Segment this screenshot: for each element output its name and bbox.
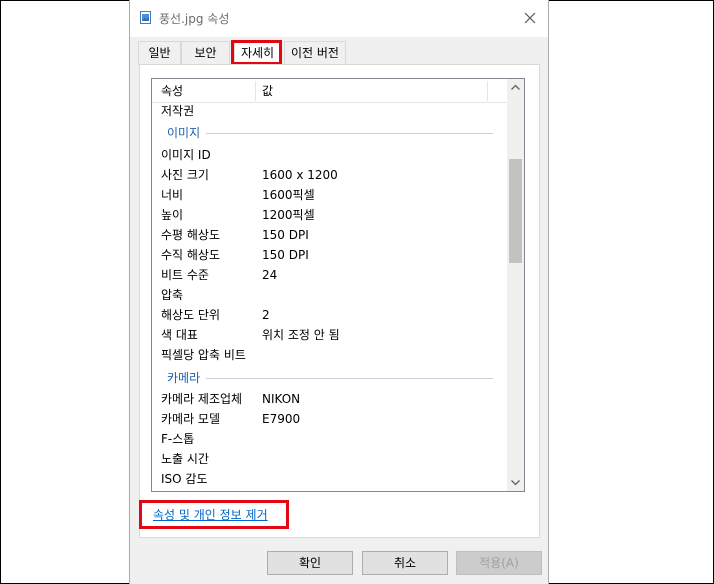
window-title: 풍선.jpg 속성 — [159, 12, 230, 26]
property-value: 1200픽셀 — [262, 208, 315, 222]
list-item[interactable]: 픽셀당 압축 비트 — [152, 345, 507, 365]
tab-security[interactable]: 보안 — [181, 41, 230, 65]
chevron-up-icon — [511, 84, 520, 90]
remove-properties-link[interactable]: 속성 및 개인 정보 제거 — [153, 506, 268, 523]
list-item[interactable]: 수평 해상도 150 DPI — [152, 225, 507, 245]
apply-button[interactable]: 적용(A) — [456, 551, 542, 575]
property-value: 150 DPI — [262, 248, 309, 262]
list-item[interactable]: 높이 1200픽셀 — [152, 205, 507, 225]
property-name: 저작권 — [161, 104, 195, 118]
list-header: 속성 값 — [152, 79, 507, 103]
property-name: 이미지 ID — [161, 148, 211, 162]
property-name: 카메라 모델 — [161, 412, 221, 426]
property-name: 픽셀당 압축 비트 — [161, 348, 246, 362]
property-name: 해상도 단위 — [161, 308, 221, 322]
property-value: 1600 x 1200 — [262, 168, 338, 182]
list-item[interactable]: 너비 1600픽셀 — [152, 185, 507, 205]
property-name: 수평 해상도 — [161, 228, 221, 242]
list-item[interactable]: 수직 해상도 150 DPI — [152, 245, 507, 265]
scroll-down-button[interactable] — [507, 474, 524, 491]
property-value: 1600픽셀 — [262, 188, 315, 202]
list-item[interactable]: 카메라 모델 E7900 — [152, 409, 507, 429]
column-divider[interactable] — [487, 81, 488, 101]
tab-details[interactable]: 자세히 — [234, 41, 281, 66]
group-header-image: 이미지 — [152, 124, 507, 142]
property-name: 사진 크기 — [161, 168, 209, 182]
list-item[interactable]: ISO 감도 — [152, 469, 507, 489]
scroll-up-button[interactable] — [507, 79, 524, 96]
tab-previous-versions[interactable]: 이전 버전 — [284, 41, 346, 65]
properties-dialog: 풍선.jpg 속성 일반 보안 자세히 이전 버전 속성 값 저작권 이미지 이… — [129, 0, 549, 584]
property-value: NIKON — [262, 392, 301, 406]
property-name: 카메라 제조업체 — [161, 392, 243, 406]
property-name: F-스톱 — [161, 432, 195, 446]
property-name: 너비 — [161, 188, 184, 202]
header-value[interactable]: 값 — [262, 81, 273, 101]
list-item[interactable]: 노출 시간 — [152, 449, 507, 469]
list-item[interactable]: 해상도 단위 2 — [152, 305, 507, 325]
list-item[interactable]: 사진 크기 1600 x 1200 — [152, 165, 507, 185]
close-button[interactable] — [512, 0, 548, 36]
list-item[interactable]: 압축 — [152, 285, 507, 305]
property-list[interactable]: 속성 값 저작권 이미지 이미지 ID 사진 크기 1600 x 1200 너비… — [151, 78, 525, 492]
tab-general[interactable]: 일반 — [138, 41, 181, 65]
property-name: 비트 수준 — [161, 268, 209, 282]
ok-button[interactable]: 확인 — [267, 551, 353, 575]
group-label: 이미지 — [167, 124, 207, 142]
group-divider — [167, 133, 493, 134]
scrollbar-thumb[interactable] — [509, 159, 522, 263]
group-divider — [167, 378, 493, 379]
list-item[interactable]: 이미지 ID — [152, 145, 507, 165]
property-name: 색 대표 — [161, 328, 198, 342]
group-header-camera: 카메라 — [152, 369, 507, 387]
group-label: 카메라 — [167, 369, 207, 387]
property-value: E7900 — [262, 412, 301, 426]
property-value: 2 — [262, 308, 270, 322]
chevron-down-icon — [511, 480, 520, 486]
list-item[interactable]: 비트 수준 24 — [152, 265, 507, 285]
property-value: 150 DPI — [262, 228, 309, 242]
vertical-scrollbar[interactable] — [507, 79, 524, 491]
list-item[interactable]: 카메라 제조업체 NIKON — [152, 389, 507, 409]
property-name: 노출 시간 — [161, 452, 209, 466]
close-icon — [524, 12, 536, 24]
header-property[interactable]: 속성 — [161, 81, 183, 101]
property-value: 24 — [262, 268, 278, 282]
property-name: 압축 — [161, 288, 184, 302]
cancel-button[interactable]: 취소 — [362, 551, 448, 575]
title-bar[interactable]: 풍선.jpg 속성 — [130, 0, 548, 37]
column-divider[interactable] — [255, 81, 256, 101]
list-item[interactable]: 저작권 — [152, 101, 507, 121]
list-item[interactable]: F-스톱 — [152, 429, 507, 449]
property-name: 수직 해상도 — [161, 248, 221, 262]
header-row: 속성 값 — [152, 81, 507, 101]
list-item[interactable]: 색 대표 위치 조정 안 됨 — [152, 325, 507, 345]
property-name: ISO 감도 — [161, 472, 208, 486]
property-name: 높이 — [161, 208, 184, 222]
image-file-icon — [140, 11, 151, 24]
property-value: 위치 조정 안 됨 — [262, 328, 340, 342]
